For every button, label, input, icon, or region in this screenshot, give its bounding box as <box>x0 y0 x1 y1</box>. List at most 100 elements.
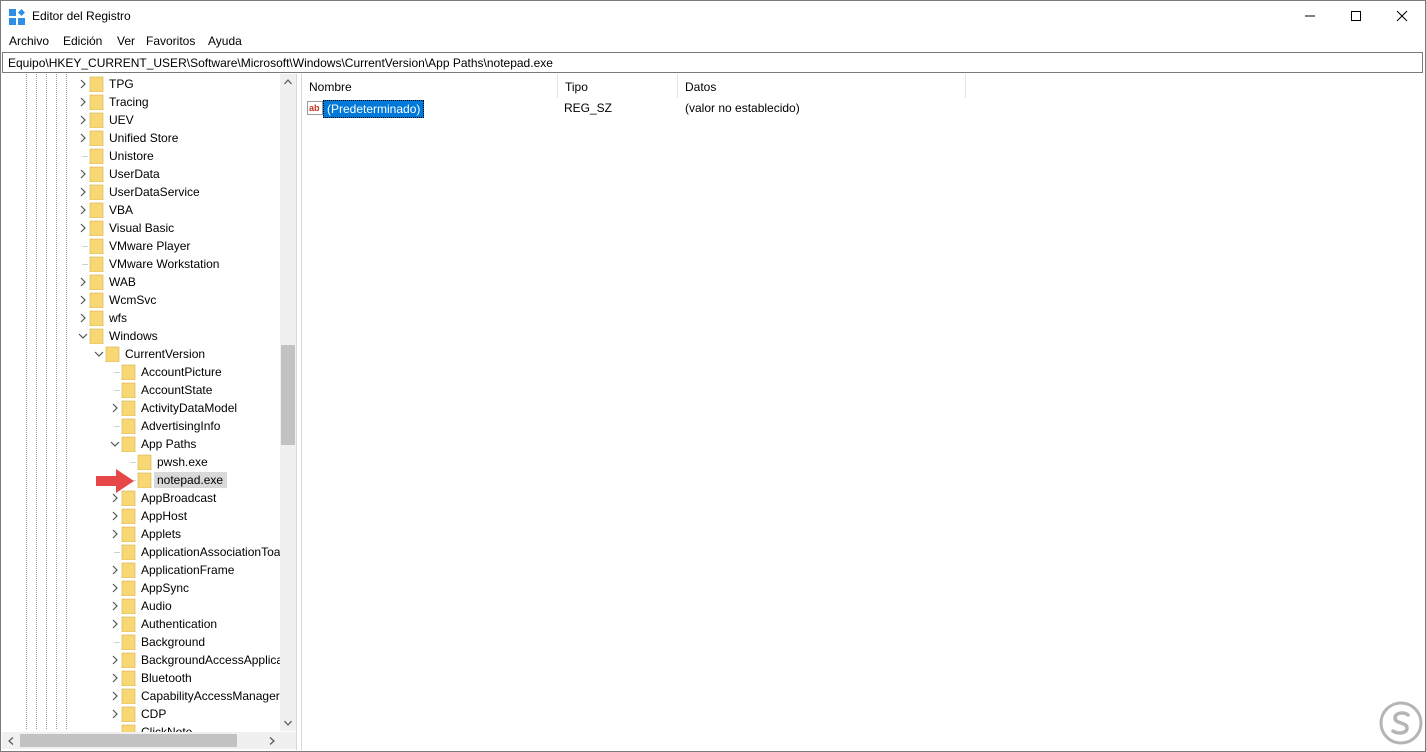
chevron-right-icon[interactable] <box>110 708 120 720</box>
chevron-right-icon[interactable] <box>78 222 88 234</box>
column-header-nombre[interactable]: Nombre <box>302 74 558 98</box>
folder-icon <box>121 688 136 704</box>
svg-text:ab: ab <box>309 103 320 113</box>
folder-icon <box>121 706 136 722</box>
chevron-right-icon[interactable] <box>78 186 88 198</box>
menu-favoritos[interactable]: Favoritos <box>146 34 195 48</box>
tree-node-label: Unified Store <box>109 131 179 145</box>
chevron-down-icon[interactable] <box>94 348 104 360</box>
menu-bar: Archivo Edición Ver Favoritos Ayuda <box>1 31 1425 51</box>
chevron-right-icon[interactable] <box>110 528 120 540</box>
folder-icon <box>89 94 104 110</box>
value-type: REG_SZ <box>564 101 613 115</box>
chevron-right-icon[interactable] <box>78 78 88 90</box>
folder-icon <box>89 184 104 200</box>
chevron-right-icon[interactable] <box>110 690 120 702</box>
tree-node-label: ApplicationFrame <box>141 563 235 577</box>
chevron-right-icon[interactable] <box>110 402 120 414</box>
title-bar[interactable]: Editor del Registro <box>1 1 1425 31</box>
address-bar[interactable]: Equipo\HKEY_CURRENT_USER\Software\Micros… <box>2 52 1423 73</box>
vertical-scroll-thumb[interactable] <box>281 345 295 445</box>
tree-node-label: Authentication <box>141 617 218 631</box>
key-tree[interactable]: TPG Tracing UEV Unified Store Unistore UserDa… <box>2 74 297 750</box>
tree-vertical-scrollbar[interactable] <box>280 74 296 731</box>
folder-icon <box>121 616 136 632</box>
tree-connector-dots <box>114 372 120 373</box>
folder-icon <box>121 436 136 452</box>
folder-icon <box>121 652 136 668</box>
values-list[interactable]: Nombre Tipo Datos ab (Predeterminado) RE… <box>301 74 1425 750</box>
horizontal-scroll-thumb[interactable] <box>20 734 237 747</box>
address-path[interactable]: Equipo\HKEY_CURRENT_USER\Software\Micros… <box>8 56 553 70</box>
tree-node-label: Bluetooth <box>141 671 192 685</box>
folder-icon <box>89 202 104 218</box>
chevron-right-icon[interactable] <box>110 600 120 612</box>
scroll-right-icon[interactable] <box>263 732 280 749</box>
chevron-down-icon[interactable] <box>78 330 88 342</box>
menu-ayuda[interactable]: Ayuda <box>208 34 242 48</box>
close-button[interactable] <box>1379 1 1425 31</box>
folder-icon <box>89 256 104 272</box>
chevron-right-icon[interactable] <box>78 168 88 180</box>
chevron-right-icon[interactable] <box>110 654 120 666</box>
scroll-left-icon[interactable] <box>2 732 19 749</box>
folder-icon <box>89 130 104 146</box>
tree-node-label: WAB <box>109 275 136 289</box>
tree-node-label: AppSync <box>141 581 190 595</box>
menu-ver[interactable]: Ver <box>117 34 135 48</box>
tree-node-label: CapabilityAccessManager <box>141 689 280 703</box>
chevron-right-icon[interactable] <box>110 510 120 522</box>
folder-icon <box>89 112 104 128</box>
tree-connector-dots <box>114 642 120 643</box>
tree-node-label: UserData <box>109 167 160 181</box>
folder-icon <box>121 598 136 614</box>
chevron-right-icon[interactable] <box>78 96 88 108</box>
chevron-right-icon[interactable] <box>78 276 88 288</box>
column-header-tipo[interactable]: Tipo <box>558 74 678 98</box>
chevron-right-icon[interactable] <box>110 492 120 504</box>
chevron-right-icon[interactable] <box>110 618 120 630</box>
value-name[interactable]: (Predeterminado) <box>323 100 425 118</box>
menu-edicion[interactable]: Edición <box>63 34 102 48</box>
tree-node-label: TPG <box>109 77 134 91</box>
tree-horizontal-scrollbar[interactable] <box>2 732 280 749</box>
tree-connector-dots <box>114 390 120 391</box>
tree-node-label: Windows <box>109 329 158 343</box>
folder-icon <box>89 274 104 290</box>
tree-node-label: Tracing <box>109 95 149 109</box>
column-label: Nombre <box>309 80 352 94</box>
column-header-datos[interactable]: Datos <box>678 74 966 98</box>
chevron-right-icon[interactable] <box>78 204 88 216</box>
maximize-button[interactable] <box>1333 1 1379 31</box>
tree-node-label: VBA <box>109 203 134 217</box>
tree-node-label: AccountState <box>141 383 213 397</box>
folder-icon <box>89 292 104 308</box>
chevron-down-icon[interactable] <box>110 438 120 450</box>
tree-connector-dots <box>130 462 136 463</box>
chevron-right-icon[interactable] <box>78 114 88 126</box>
chevron-right-icon[interactable] <box>78 132 88 144</box>
minimize-icon <box>1305 15 1315 17</box>
chevron-right-icon[interactable] <box>78 294 88 306</box>
minimize-button[interactable] <box>1287 1 1333 31</box>
value-row[interactable]: ab (Predeterminado) REG_SZ (valor no est… <box>302 98 1002 118</box>
tree-node-label: Audio <box>141 599 172 613</box>
scroll-up-icon[interactable] <box>280 74 296 90</box>
scroll-down-icon[interactable] <box>280 715 296 731</box>
column-label: Datos <box>685 80 717 94</box>
folder-icon <box>121 364 136 380</box>
chevron-right-icon[interactable] <box>110 564 120 576</box>
chevron-right-icon[interactable] <box>110 672 120 684</box>
tree-connector-dots <box>114 426 120 427</box>
folder-icon <box>121 526 136 542</box>
solvetic-logo-icon <box>1379 701 1423 745</box>
folder-icon <box>121 562 136 578</box>
tree-node-label: wfs <box>109 311 127 325</box>
menu-archivo[interactable]: Archivo <box>9 34 49 48</box>
chevron-right-icon[interactable] <box>78 312 88 324</box>
tree-node-label: App Paths <box>141 437 197 451</box>
chevron-right-icon[interactable] <box>110 582 120 594</box>
window-title: Editor del Registro <box>32 9 131 23</box>
column-label: Tipo <box>565 80 588 94</box>
folder-icon <box>121 634 136 650</box>
